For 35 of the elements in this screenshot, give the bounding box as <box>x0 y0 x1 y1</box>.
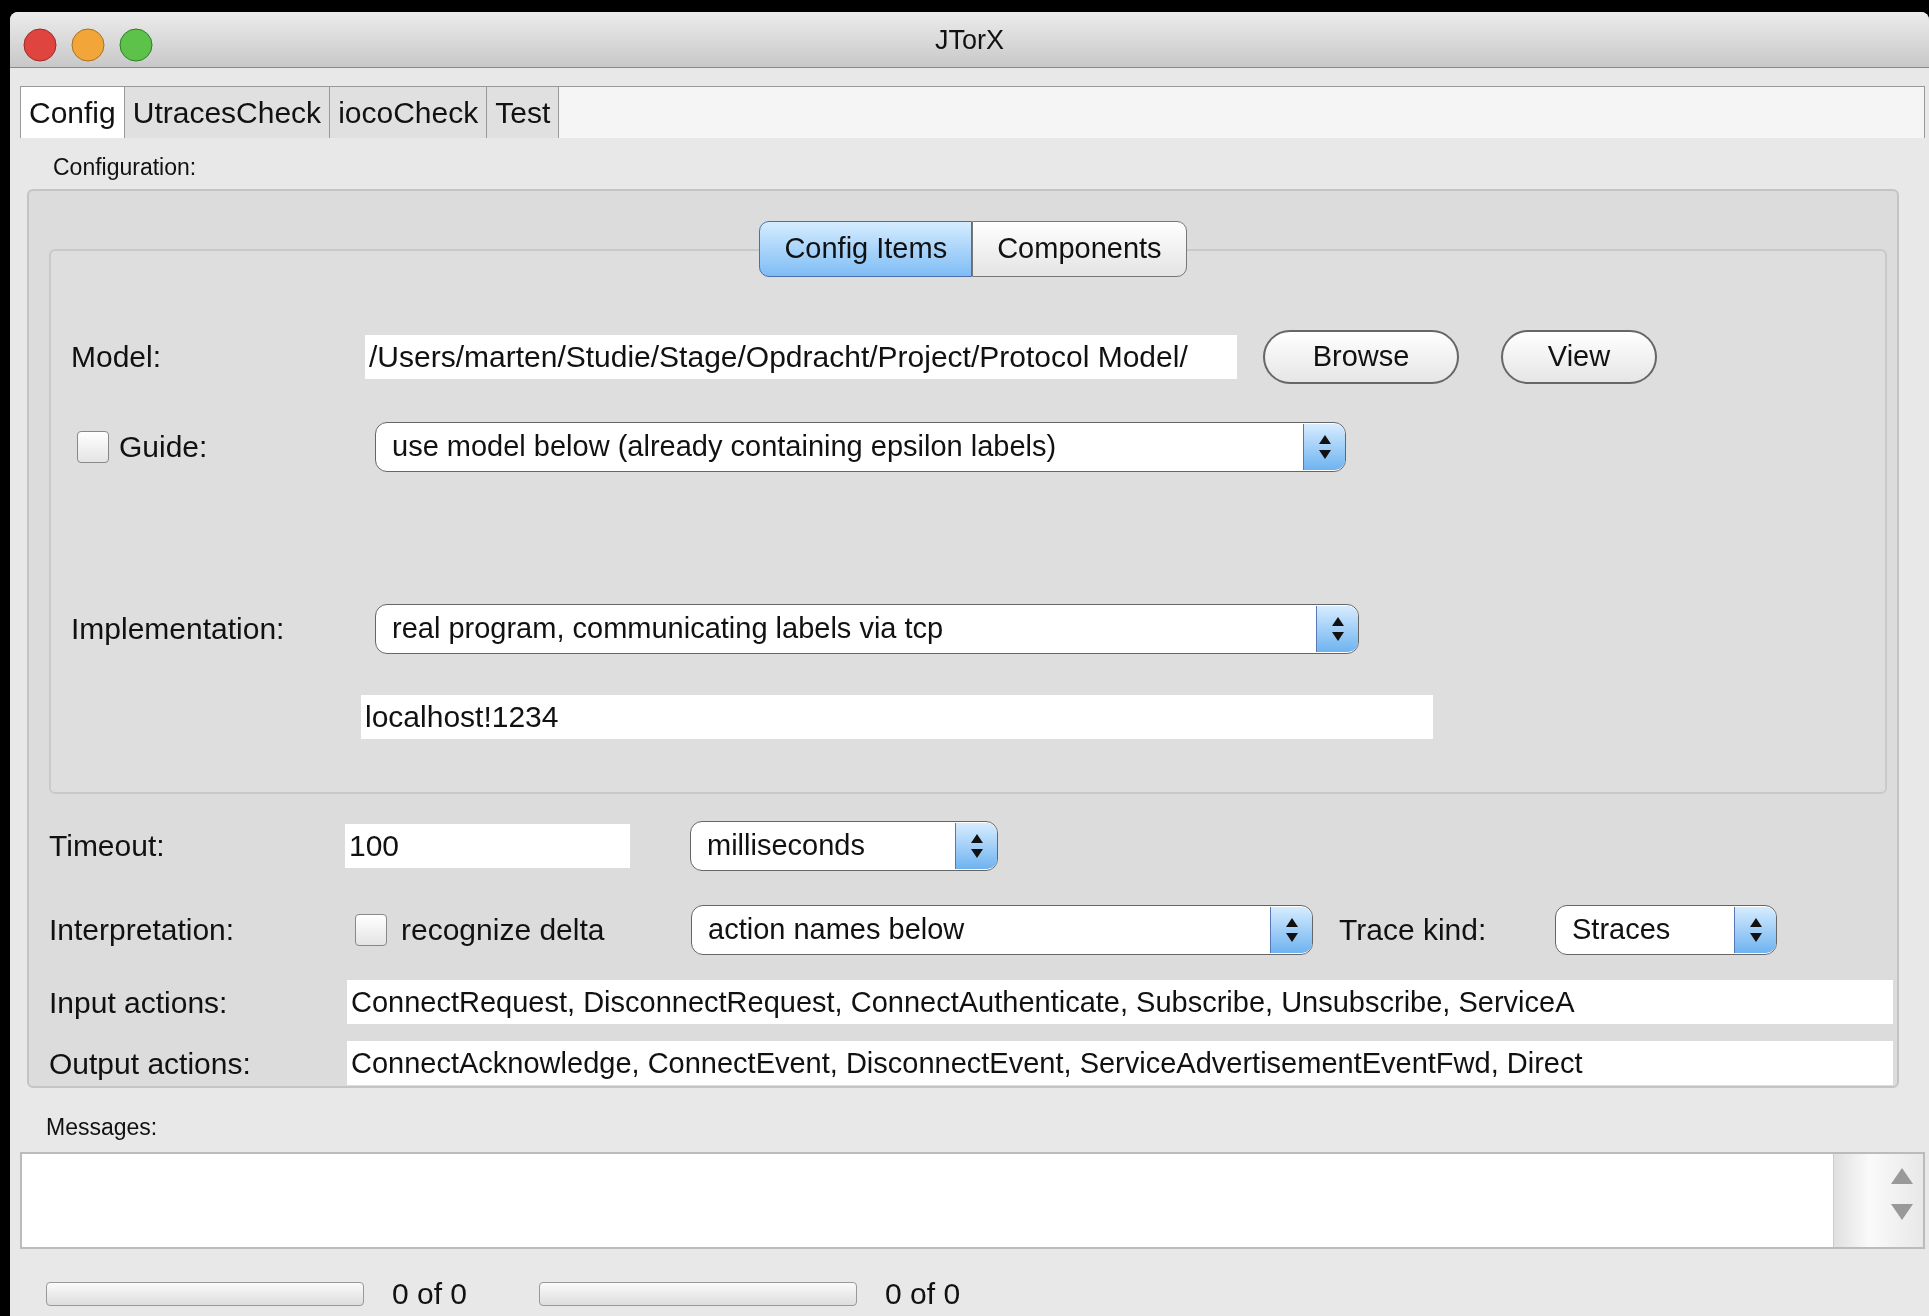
field-label: Trace kind: <box>1339 912 1488 948</box>
address-field[interactable]: localhost!1234 <box>361 694 1433 739</box>
tab[interactable]: iocoCheck <box>330 87 488 138</box>
progress-count: 0 of 0 <box>885 1276 961 1312</box>
input-actions-field[interactable]: ConnectRequest, DisconnectRequest, ConnectAuthenticate, Subscribe, Unsubscribe, ServiceA <box>347 980 1893 1024</box>
section-label: Configuration: <box>53 153 198 182</box>
dropdown[interactable]: real program, communicating labels via tcp <box>375 603 1359 654</box>
field-label: Output actions: <box>49 1045 252 1082</box>
dropdown[interactable]: action names below <box>691 904 1313 955</box>
tab[interactable]: Config <box>21 87 125 138</box>
window-title: JTorX <box>935 24 1004 57</box>
path-field[interactable]: /Users/marten/Studie/Stage/Opdracht/Project/Protocol Model/ <box>365 334 1237 379</box>
field-label: Implementation: <box>71 611 286 647</box>
field-label: Input actions: <box>49 984 229 1021</box>
output-actions-field[interactable]: ConnectAcknowledge, ConnectEvent, DisconnectEvent, ServiceAdvertisementEventFwd, Direct <box>347 1041 1893 1085</box>
view-button[interactable]: View <box>1501 329 1657 384</box>
field-label: Model: <box>71 339 163 375</box>
section-label: Messages: <box>46 1112 159 1142</box>
segment-tab[interactable]: Components <box>972 220 1187 277</box>
tab[interactable]: Test <box>487 87 560 138</box>
checkbox[interactable] <box>355 913 387 946</box>
timeout-field[interactable]: 100 <box>345 823 630 868</box>
dropdown[interactable]: Straces <box>1555 904 1777 955</box>
field-label: Interpretation: <box>49 912 236 948</box>
window-buttons-icon[interactable] <box>22 26 154 63</box>
dropdown[interactable]: use model below (already containing epsilon labels) <box>375 421 1346 472</box>
checkbox-label: recognize delta <box>401 912 606 948</box>
dropdown[interactable]: milliseconds <box>690 820 998 871</box>
progress-count: 0 of 0 <box>392 1276 468 1312</box>
checkbox-label: Guide: <box>119 429 209 465</box>
browse-button[interactable]: Browse <box>1263 329 1459 384</box>
checkbox[interactable] <box>77 430 109 463</box>
tab[interactable]: UtracesCheck <box>124 87 331 138</box>
segment-tab[interactable]: Config Items <box>759 220 973 277</box>
field-label: Timeout: <box>49 828 166 864</box>
